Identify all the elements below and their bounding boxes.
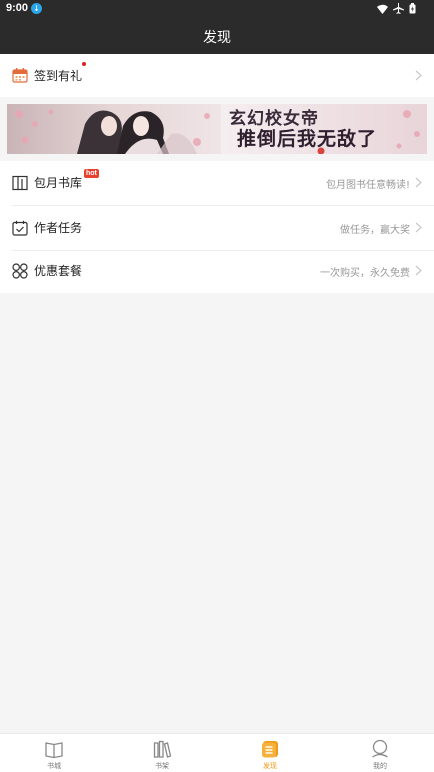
sign-in-label: 签到有礼 <box>34 69 83 83</box>
calendar-icon <box>12 68 28 83</box>
tab-discover[interactable]: 发现 <box>216 734 324 772</box>
app-bar: 发现 <box>0 18 434 54</box>
promo-banner[interactable]: 玄幻校女帝 推倒后我无敌了 <box>7 104 427 154</box>
status-time: 9:00 <box>6 2 29 14</box>
bookshelf-icon <box>153 740 172 758</box>
wifi-icon <box>377 4 388 14</box>
tab-label: 书架 <box>155 762 169 770</box>
chevron-right-icon <box>415 265 422 276</box>
menu-item-label: 作者任务 <box>34 221 83 235</box>
download-icon: ↓ <box>31 3 42 14</box>
menu-item-subtitle: 做任务，赢大奖 <box>340 225 410 236</box>
sign-in-card: 签到有礼 <box>0 54 434 97</box>
bottom-tab-bar: 书城 书架 发现 我的 <box>0 733 434 772</box>
banner-title-line2: 推倒后我无敌了 <box>237 128 378 150</box>
status-bar: 9:00 ↓ <box>0 0 434 18</box>
task-calendar-icon <box>12 220 28 236</box>
battery-icon <box>409 3 416 14</box>
book-library-icon <box>12 175 28 191</box>
tab-bookstore[interactable]: 书城 <box>0 734 108 772</box>
airplane-icon <box>393 3 404 14</box>
banner-container: 玄幻校女帝 推倒后我无敌了 <box>0 97 434 161</box>
chevron-right-icon <box>415 70 422 81</box>
status-icons <box>377 3 416 14</box>
menu-item-subtitle: 一次购买，永久免费 <box>320 268 410 279</box>
menu-item-monthly-library[interactable]: 包月书库 hot 包月图书任意畅读! <box>0 161 434 205</box>
tab-bookshelf[interactable]: 书架 <box>108 734 216 772</box>
notification-dot <box>82 62 86 66</box>
hot-badge: hot <box>84 169 99 178</box>
package-grid-icon <box>12 263 28 279</box>
menu-item-label: 优惠套餐 <box>34 264 83 278</box>
sign-in-row[interactable]: 签到有礼 <box>0 54 434 97</box>
menu-item-author-tasks[interactable]: 作者任务 做任务，赢大奖 <box>0 206 434 250</box>
chevron-right-icon <box>415 222 422 233</box>
book-open-icon <box>45 742 63 759</box>
tab-label: 我的 <box>373 762 387 770</box>
menu-item-label: 包月书库 <box>34 176 83 190</box>
page-title: 发现 <box>203 30 231 46</box>
profile-icon <box>372 739 388 758</box>
menu-item-discount-package[interactable]: 优惠套餐 一次购买，永久免费 <box>0 249 434 293</box>
chevron-right-icon <box>415 177 422 188</box>
menu-card: 包月书库 hot 包月图书任意畅读! 作者任务 做任务，赢大奖 优惠套餐 一次购… <box>0 161 434 293</box>
discover-icon <box>262 741 278 758</box>
tab-label: 发现 <box>263 762 277 770</box>
menu-item-subtitle: 包月图书任意畅读! <box>325 180 410 191</box>
tab-profile[interactable]: 我的 <box>326 734 434 772</box>
tab-label: 书城 <box>47 762 61 770</box>
